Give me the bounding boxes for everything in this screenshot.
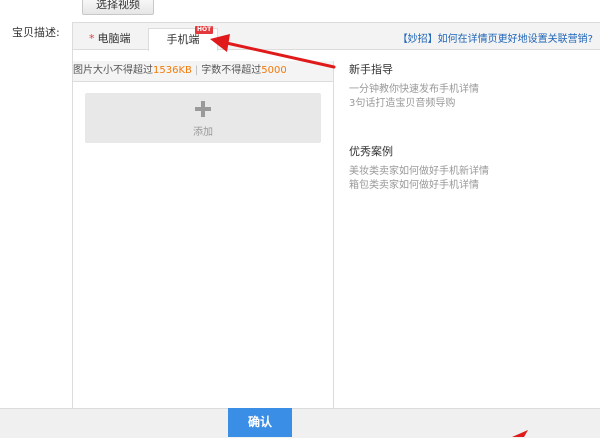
annotation-arrow <box>210 34 528 437</box>
